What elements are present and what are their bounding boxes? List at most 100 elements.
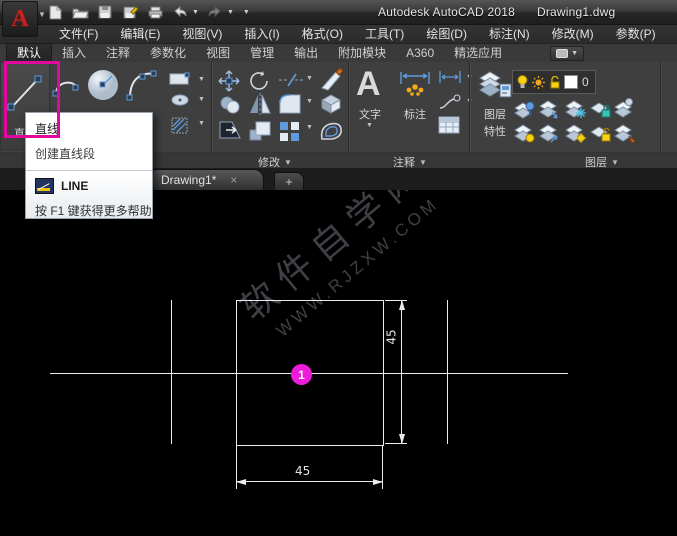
file-tab-drawing1[interactable]: Drawing1* ×	[152, 169, 264, 190]
ribbon-tab-view[interactable]: 视图	[196, 44, 240, 62]
erase-brush-icon	[321, 67, 344, 91]
move-tool-button[interactable]	[218, 70, 240, 92]
menu-dimension[interactable]: 标注(N)	[478, 25, 541, 44]
copy-tool-button[interactable]	[218, 95, 242, 115]
menu-modify[interactable]: 修改(M)	[541, 25, 605, 44]
layer-tool-button[interactable]	[539, 124, 561, 144]
layer-tool-button[interactable]	[590, 124, 612, 144]
ribbon-tab-addins[interactable]: 附加模块	[328, 44, 396, 62]
fillet-tool-button[interactable]	[278, 93, 302, 115]
stretch-tool-button[interactable]	[218, 120, 242, 140]
drawing-canvas[interactable]: 软件自学网 WWW.RJZXW.COM 45 45 1	[0, 190, 677, 536]
layer-tool-button[interactable]	[514, 100, 536, 120]
dim-arrow-left-icon	[236, 479, 246, 485]
layer-freeze-sun-icon	[532, 75, 545, 89]
layer-selector-dropdown[interactable]: 0	[512, 70, 596, 94]
undo-dropdown-icon[interactable]: ▼	[192, 9, 199, 16]
menu-view[interactable]: 视图(V)	[171, 25, 233, 44]
dimension-tool-button[interactable]	[398, 68, 432, 102]
arc-tool-button[interactable]	[126, 68, 158, 102]
menu-tools[interactable]: 工具(T)	[354, 25, 415, 44]
hatch-tool-button[interactable]	[170, 116, 190, 136]
layer-tool-button[interactable]	[614, 98, 636, 120]
close-tab-icon[interactable]: ×	[230, 173, 237, 187]
linear-dimension-button[interactable]	[438, 70, 462, 84]
trim-icon	[279, 73, 303, 87]
array-tool-button[interactable]	[278, 120, 302, 142]
printer-icon	[148, 6, 162, 18]
layer-walk-icon	[614, 124, 636, 144]
layer-isolate-icon	[614, 98, 633, 118]
window-title: Autodesk AutoCAD 2018 Drawing1.dwg	[378, 5, 615, 19]
menu-edit[interactable]: 编辑(E)	[109, 25, 171, 44]
layer-properties-icon	[479, 71, 512, 98]
layer-properties-label-2: 特性	[484, 126, 506, 138]
text-tool-label: 文字	[359, 109, 381, 121]
vertical-dimension-text: 45	[384, 329, 399, 345]
ribbon-tab-home[interactable]: 默认	[6, 43, 53, 62]
rotate-tool-button[interactable]	[248, 70, 270, 92]
ribbon-tab-output[interactable]: 输出	[284, 44, 328, 62]
layer-prev-icon	[539, 100, 558, 119]
layer-properties-button[interactable]	[478, 68, 512, 100]
new-drawing-tab-button[interactable]: +	[274, 172, 304, 191]
layer-unlock-icon	[550, 75, 560, 88]
save-button[interactable]	[96, 3, 114, 21]
autocad-window: Autodesk AutoCAD 2018 Drawing1.dwg ▼ ▼ ▼…	[0, 0, 677, 536]
mirror-icon	[250, 93, 271, 115]
array-dropdown-icon[interactable]: ▼	[306, 124, 313, 131]
ribbon-tab-parametric[interactable]: 参数化	[140, 44, 196, 62]
open-file-button[interactable]	[71, 3, 89, 21]
layer-tool-button[interactable]	[565, 124, 587, 144]
horizontal-dimension-text: 45	[295, 464, 311, 478]
fillet-icon	[279, 94, 301, 114]
menu-file[interactable]: 文件(F)	[48, 25, 109, 44]
text-dropdown-icon[interactable]: ▼	[366, 122, 373, 129]
mirror-tool-button[interactable]	[249, 93, 271, 115]
scale-tool-button[interactable]	[248, 120, 272, 142]
text-tool-button[interactable]: A	[356, 66, 381, 102]
new-file-button[interactable]	[46, 3, 64, 21]
circle-tool-button[interactable]	[86, 68, 120, 102]
menu-insert[interactable]: 插入(I)	[233, 25, 290, 44]
menu-format[interactable]: 格式(O)	[291, 25, 354, 44]
title-bar: Autodesk AutoCAD 2018 Drawing1.dwg ▼ ▼ ▼	[0, 0, 677, 25]
application-menu-button[interactable]: A	[2, 1, 38, 37]
ribbon-tab-annotate[interactable]: 注释	[96, 44, 140, 62]
hatch-dropdown-icon[interactable]: ▼	[198, 120, 205, 127]
table-tool-button[interactable]	[438, 116, 460, 134]
undo-button[interactable]	[171, 3, 189, 21]
layer-tool-button[interactable]	[514, 124, 536, 144]
erase-tool-button[interactable]	[318, 66, 344, 92]
ellipse-tool-button[interactable]	[170, 94, 192, 107]
menu-parametric[interactable]: 参数(P)	[605, 25, 667, 44]
qat-customize-icon[interactable]: ▼	[243, 9, 250, 16]
ribbon-display-toggle-button[interactable]: ▼	[550, 46, 585, 61]
move-icon	[218, 70, 240, 92]
fillet-dropdown-icon[interactable]: ▼	[306, 98, 313, 105]
trim-tool-button[interactable]	[278, 72, 304, 88]
ribbon-tab-featured-apps[interactable]: 精选应用	[444, 44, 512, 62]
plot-button[interactable]	[146, 3, 164, 21]
save-as-button[interactable]	[121, 3, 139, 21]
menu-draw[interactable]: 绘图(D)	[415, 25, 478, 44]
leader-tool-button[interactable]	[438, 94, 462, 110]
trim-dropdown-icon[interactable]: ▼	[306, 75, 313, 82]
ribbon-tab-manage[interactable]: 管理	[240, 44, 284, 62]
ellipse-dropdown-icon[interactable]: ▼	[198, 96, 205, 103]
rotate-icon	[250, 71, 268, 90]
layer-tool-button[interactable]	[565, 100, 587, 120]
ribbon-tab-a360[interactable]: A360	[396, 44, 444, 62]
layer-tool-button[interactable]	[614, 124, 638, 144]
layer-tool-button[interactable]	[539, 100, 561, 120]
rectangle-dropdown-icon[interactable]: ▼	[198, 76, 205, 83]
redo-button[interactable]	[206, 3, 224, 21]
new-file-icon	[49, 5, 61, 19]
explode-tool-button[interactable]	[318, 92, 344, 114]
layer-properties-label-1: 图层	[484, 109, 506, 121]
offset-tool-button[interactable]	[318, 119, 344, 143]
redo-dropdown-icon[interactable]: ▼	[227, 9, 234, 16]
layer-tool-button[interactable]	[590, 100, 612, 120]
rectangle-tool-button[interactable]	[168, 72, 192, 86]
ribbon-tab-insert[interactable]: 插入	[52, 44, 96, 62]
